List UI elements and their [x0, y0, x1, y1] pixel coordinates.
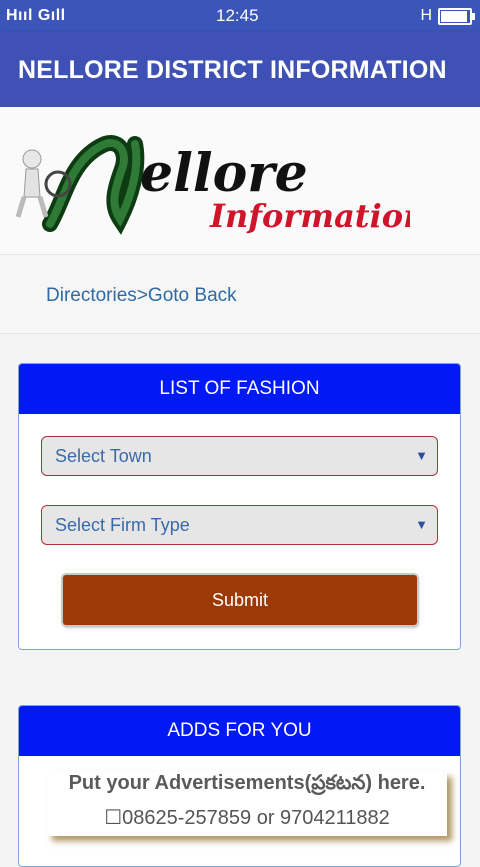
- battery-icon: [438, 7, 475, 25]
- advertisement-box: Put your Advertisements(ప్రకటన) here. ☐0…: [47, 772, 447, 836]
- app-bar: NELLORE DISTRICT INFORMATION: [0, 32, 480, 107]
- breadcrumb-directories-link[interactable]: Directories: [46, 285, 137, 306]
- ads-panel-title: ADDS FOR YOU: [19, 706, 460, 756]
- nellore-logo: ellore Information: [15, 135, 410, 235]
- firm-type-select-value: Select Firm Type: [55, 515, 190, 535]
- logo-word-ellore: ellore: [140, 143, 308, 204]
- breadcrumb-back-link[interactable]: Goto Back: [148, 285, 237, 306]
- status-time: 12:45: [216, 6, 259, 25]
- ads-panel: ADDS FOR YOU Put your Advertisements(ప్ర…: [18, 705, 461, 867]
- chevron-down-icon: ▼: [415, 448, 428, 463]
- firm-type-select[interactable]: Select Firm Type ▼: [41, 505, 438, 545]
- ad-phone-text: 08625-257859 or 9704211882: [122, 807, 390, 829]
- status-right: H: [420, 7, 475, 25]
- phone-icon: ☐: [104, 807, 123, 829]
- town-select[interactable]: Select Town ▼: [41, 436, 438, 476]
- breadcrumb: Directories>Goto Back: [46, 285, 237, 307]
- status-bar: Hııl Gıll 12:45 H: [0, 0, 480, 32]
- breadcrumb-bar: Directories>Goto Back: [0, 255, 480, 334]
- submit-button[interactable]: Submit: [63, 575, 417, 625]
- fashion-panel-title: LIST OF FASHION: [19, 364, 460, 414]
- fashion-panel: LIST OF FASHION Select Town ▼ Select Fir…: [18, 363, 461, 650]
- ad-phone-numbers: ☐08625-257859 or 9704211882: [47, 805, 447, 830]
- town-select-value: Select Town: [55, 446, 152, 466]
- logo-word-information: Information: [209, 197, 410, 235]
- ad-headline: Put your Advertisements(ప్రకటన) here.: [68, 772, 426, 794]
- network-type-icon: H: [420, 7, 432, 24]
- signal-indicator: Hııl Gıll: [6, 7, 66, 24]
- app-title: NELLORE DISTRICT INFORMATION: [18, 56, 447, 84]
- chevron-down-icon: ▼: [415, 517, 428, 532]
- breadcrumb-separator: >: [136, 285, 148, 306]
- logo-area: ellore Information: [0, 107, 480, 255]
